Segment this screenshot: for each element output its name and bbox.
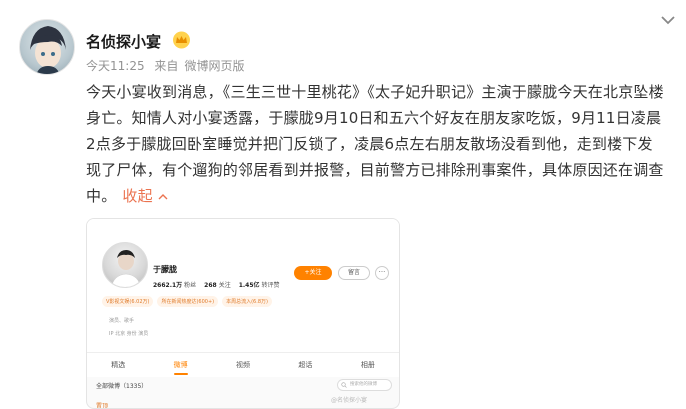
stat-fans: 2662.1万 粉丝 (153, 282, 197, 289)
author-name[interactable]: 名侦探小宴 (86, 31, 161, 52)
profile-stats: 2662.1万 粉丝 268 关注 1.45亿 转评赞 (153, 280, 280, 289)
vip-crown-icon[interactable] (172, 31, 191, 49)
source-prefix: 来自 (154, 59, 179, 73)
search-icon (341, 382, 347, 388)
chevron-up-icon (158, 194, 168, 200)
embedded-image[interactable]: 于朦胧 2662.1万 粉丝 268 关注 1.45亿 转评赞 +关注 留言 ··· … (86, 218, 400, 409)
watermark: @名侦探小宴 (331, 397, 368, 404)
post-time[interactable]: 今天11:25 (86, 59, 145, 73)
follow-button: +关注 (294, 266, 332, 280)
feed-count: 全部微博（1335） (96, 383, 148, 390)
post-content: 今天小宴收到消息，《三生三世十里桃花》《太子妃升职记》主演于朦胧今天在北京坠楼身… (86, 79, 666, 209)
chevron-down-icon[interactable] (660, 14, 676, 26)
author-avatar[interactable] (19, 19, 75, 75)
tab-supertopic: 超话 (298, 361, 313, 369)
profile-avatar (102, 242, 148, 288)
tab-album: 相册 (360, 361, 375, 369)
message-button: 留言 (338, 266, 370, 280)
profile-tag: 所在新闻热度达(600+) (157, 296, 219, 307)
post-source: 微博网页版 (184, 59, 245, 73)
post-text: 今天小宴收到消息，《三生三世十里桃花》《太子妃升职记》主演于朦胧今天在北京坠楼身… (86, 83, 664, 205)
collapse-label: 收起 (122, 187, 153, 205)
tab-weibo: 微博 (149, 353, 211, 377)
tab-video: 视频 (236, 361, 251, 369)
profile-tags: V影视文娱(6.02万) 所在新闻热度达(600+) 本周总流入(6.8万) (102, 296, 272, 307)
profile-tag: V影视文娱(6.02万) (102, 296, 154, 307)
profile-info: IP 北京 身份 演员 (109, 331, 149, 337)
profile-bio: 演员、歌手 (109, 318, 135, 324)
collapse-button[interactable]: 收起 (122, 187, 168, 205)
post-meta: 今天11:25 来自 微博网页版 (86, 57, 250, 74)
profile-tag: 本周总流入(6.8万) (222, 296, 272, 307)
tab-featured: 精选 (111, 361, 126, 369)
profile-photo-icon (111, 250, 141, 287)
pinned-label: 置顶 (96, 403, 109, 409)
more-button: ··· (375, 266, 389, 280)
profile-tabs: 精选 微博 视频 超话 相册 (87, 353, 399, 377)
profile-name: 于朦胧 (153, 265, 177, 274)
anime-avatar-icon (30, 26, 66, 74)
stat-engagement: 1.45亿 转评赞 (238, 282, 280, 289)
stat-following: 268 关注 (204, 282, 231, 289)
